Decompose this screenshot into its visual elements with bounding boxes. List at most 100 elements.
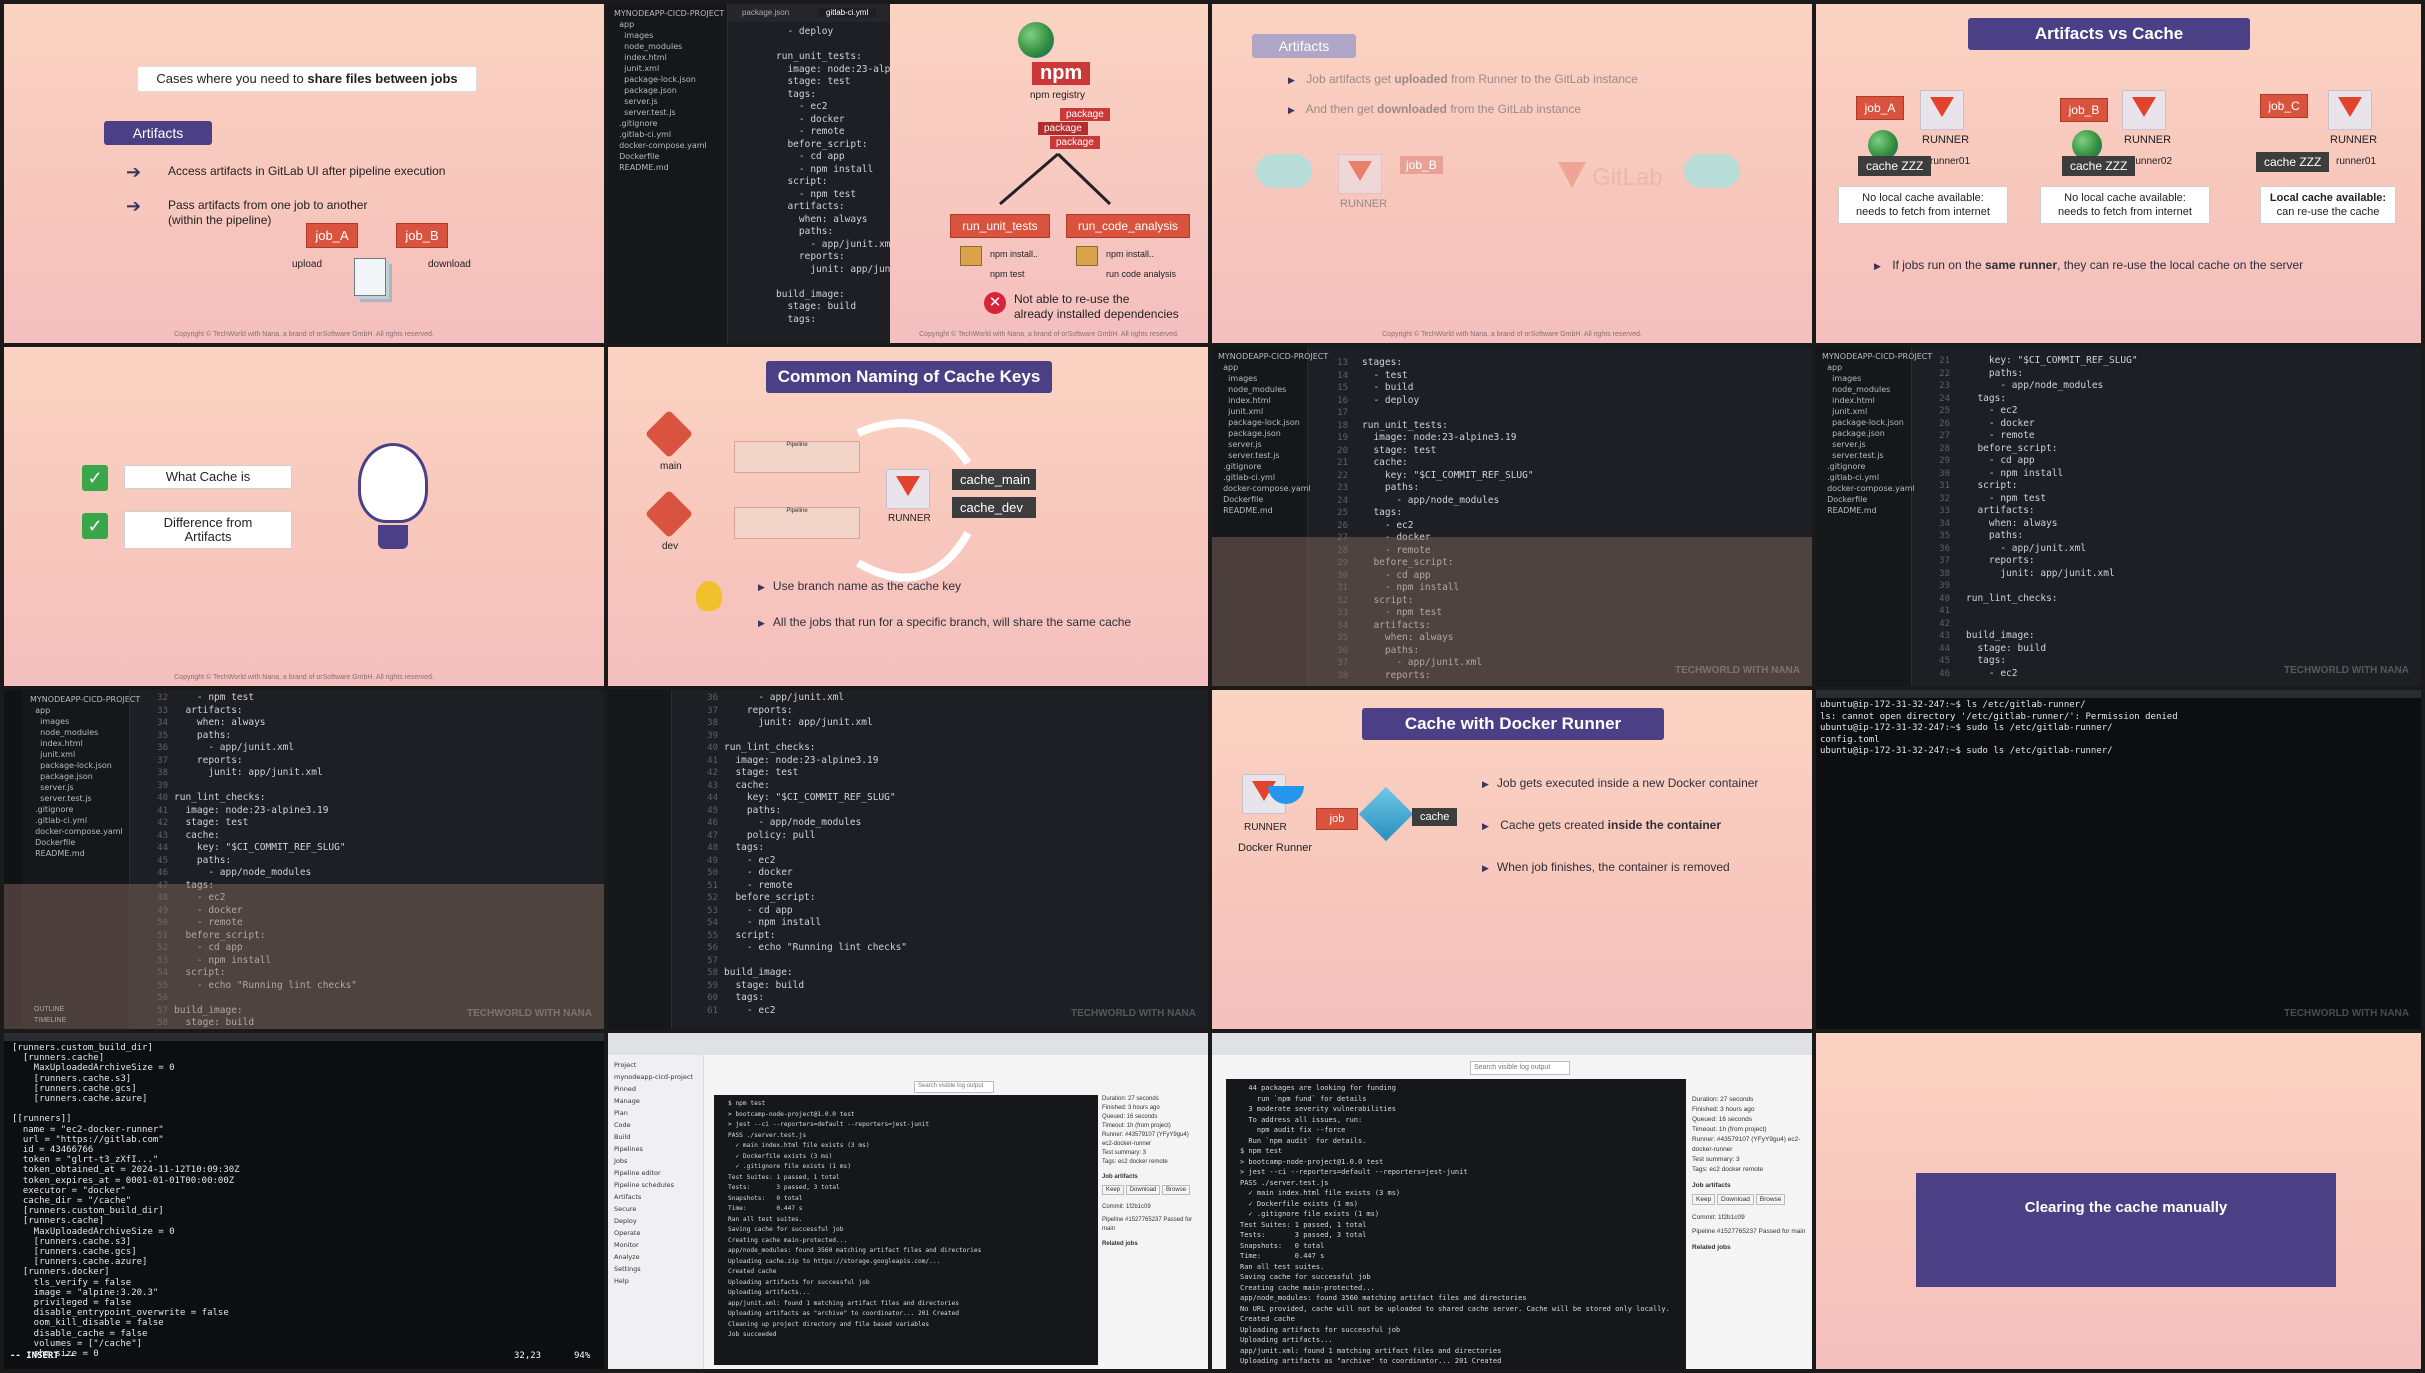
code-line: policy: pull xyxy=(724,829,816,841)
code-line: - app/junit.xml xyxy=(174,742,295,753)
log-line: 3 moderate severity vulnerabilities xyxy=(1240,1105,1396,1113)
editor-with-npm-diagram: MYNODEAPP-CICD-PROJECT app images node_m… xyxy=(608,4,1208,343)
browse-button[interactable]: Browse xyxy=(1162,1185,1191,1195)
keep-button[interactable]: Keep xyxy=(1692,1194,1716,1205)
code-editor[interactable]: - app/junit.xml reports: junit: app/juni… xyxy=(724,692,907,1017)
tree-item: .gitlab-ci.yml xyxy=(30,816,88,825)
job-log: 44 packages are looking for funding run … xyxy=(1240,1083,1670,1367)
terminal-line: [runners.cache.s3] xyxy=(12,1073,132,1084)
bullet-same-runner: If jobs run on the same runner, they can… xyxy=(1874,258,2303,272)
tree-item: MYNODEAPP-CICD-PROJECT xyxy=(1218,352,1329,361)
log-line: ✓ Dockerfile exists (3 ms) xyxy=(728,1152,833,1160)
terminal-line: disable_cache = false xyxy=(12,1328,148,1339)
log-line: No URL provided, cache will not be uploa… xyxy=(1240,1304,1670,1313)
info-box-3: Local cache available: can re-use the cac… xyxy=(2260,186,2396,224)
code-line: before_script: xyxy=(724,892,816,903)
tree-item: server.test.js xyxy=(614,108,676,117)
gitlab-sidebar[interactable]: Project mynodeapp-cicd-project Pinned Manag… xyxy=(608,1055,704,1369)
tree-item: docker-compose.yaml xyxy=(1822,484,1915,493)
terminal-line: ubuntu@ip-172-31-32-247:~$ sudo ls /etc/… xyxy=(1820,746,2113,756)
tree-item: app xyxy=(1218,363,1239,372)
code-line: tags: xyxy=(1362,507,1403,518)
tree-item: node_modules xyxy=(614,42,683,51)
log-line: Saving cache for successful job xyxy=(1240,1273,1371,1281)
terminal-line: [runners.cache.gcs] xyxy=(12,1083,137,1094)
tree-item: docker-compose.yaml xyxy=(30,827,123,836)
item-what-cache: What Cache is xyxy=(124,465,292,489)
code-line: before_script: xyxy=(1966,442,2058,454)
browser-chrome xyxy=(608,1033,1208,1055)
bullet-branch-name: Use branch name as the cache key xyxy=(758,579,961,593)
cache-label: cache ZZZ xyxy=(1858,156,1932,176)
code-line: - ec2 xyxy=(724,1004,776,1016)
terminal-output[interactable]: [runners.custom_build_dir] [runners.cach… xyxy=(12,1043,240,1359)
gitlab-job-log-1: Project mynodeapp-cicd-project Pinned Manag… xyxy=(608,1033,1208,1369)
log-line: app/junit.xml: found 1 matching artifact… xyxy=(728,1299,959,1307)
log-line: Run `npm audit` for details. xyxy=(1240,1136,1367,1145)
terminal-line: id = 43466766 xyxy=(12,1145,94,1156)
tree-item: junit.xml xyxy=(614,64,660,73)
log-search[interactable]: Search visible log output xyxy=(914,1081,994,1093)
download-button[interactable]: Download xyxy=(1125,1185,1161,1195)
code-line: image: node:23-alpine3.19 xyxy=(724,754,879,766)
job-b-label: job_B xyxy=(1400,156,1443,174)
log-panel[interactable]: $ npm test > bootcamp-node-project@1.0.0 … xyxy=(714,1095,1098,1365)
runner-label: RUNNER xyxy=(1244,822,1287,833)
log-panel[interactable]: 44 packages are looking for funding run … xyxy=(1226,1079,1686,1369)
terminal-line: [[runners]] xyxy=(12,1114,72,1125)
download-button[interactable]: Download xyxy=(1717,1194,1754,1205)
tab-gitlab-ci[interactable]: gitlab-ci.yml xyxy=(818,8,877,17)
code-line: stage: test xyxy=(1362,444,1437,456)
code-line: when: always xyxy=(174,717,266,728)
job-c-box: job_C xyxy=(2260,94,2308,118)
copyright: Copyright © TechWorld with Nana, a brand… xyxy=(919,331,1179,338)
vim-cursor-pos: 32,23 xyxy=(514,1351,542,1361)
code-line: - cd app xyxy=(724,904,793,916)
log-line: Tests: 3 passed, 3 total xyxy=(728,1184,840,1191)
tree-item: .gitlab-ci.yml xyxy=(1218,473,1276,482)
tab-package-json[interactable]: package.json xyxy=(742,8,789,17)
timeline-panel[interactable]: TIMELINE xyxy=(34,1017,66,1024)
code-line: reports: xyxy=(724,704,793,716)
code-line: artifacts: xyxy=(1966,505,2035,516)
code-line: - app/node_modules xyxy=(174,867,312,878)
sidebar-item: Plan xyxy=(614,1109,628,1117)
headline-bold: share files between jobs xyxy=(307,71,458,86)
code-line: stage: build xyxy=(724,979,805,991)
log-line: Snapshots: 0 total xyxy=(1240,1241,1325,1250)
runner-fox-icon xyxy=(2328,90,2372,130)
tree-item: MYNODEAPP-CICD-PROJECT xyxy=(1822,352,1933,361)
job-b-box: job_B xyxy=(396,223,448,248)
branch-icon-main xyxy=(644,409,694,459)
code-editor[interactable]: key: "$CI_COMMIT_REF_SLUG" paths: - app/… xyxy=(1966,355,2138,680)
gitlab-label: GitLab xyxy=(1592,164,1663,191)
cache-box: cache xyxy=(1412,808,1458,826)
code-line: - npm test xyxy=(174,692,255,703)
tree-item: server.js xyxy=(1218,440,1262,449)
runner-fox-icon xyxy=(886,469,930,509)
tree-item: app xyxy=(1822,363,1843,372)
code-line: - test xyxy=(1362,369,1408,381)
code-line: cache: xyxy=(724,779,770,791)
terminal-output[interactable]: ubuntu@ip-172-31-32-247:~$ ls /etc/gitla… xyxy=(1820,700,2178,758)
outline-panel[interactable]: OUTLINE xyxy=(34,1006,64,1013)
cloud-server-icon xyxy=(1256,154,1312,188)
tree-item: node_modules xyxy=(1218,385,1287,394)
sidebar-item: Manage xyxy=(614,1097,640,1105)
headline-text: Cases where you need to xyxy=(156,71,308,86)
code-line: - remote xyxy=(724,879,793,891)
log-line: ✓ .gitignore file exists (1 ms) xyxy=(1240,1210,1380,1218)
tree-item: docker-compose.yaml xyxy=(614,141,707,150)
tree-item: .gitlab-ci.yml xyxy=(614,130,672,139)
log-line: Ran all test suites. xyxy=(1240,1262,1325,1271)
editor-cache-config-2: MYNODEAPP-CICD-PROJECT app images node_m… xyxy=(1816,347,2421,686)
sidebar-item: Pipelines xyxy=(614,1145,643,1153)
code-line: - app/node_modules xyxy=(1362,494,1500,506)
keep-button[interactable]: Keep xyxy=(1102,1185,1125,1195)
code-line: - cd app xyxy=(1966,455,2035,466)
log-search[interactable]: Search visible log output xyxy=(1470,1061,1570,1075)
code-line: paths: xyxy=(1362,482,1420,493)
browse-button[interactable]: Browse xyxy=(1755,1194,1786,1205)
